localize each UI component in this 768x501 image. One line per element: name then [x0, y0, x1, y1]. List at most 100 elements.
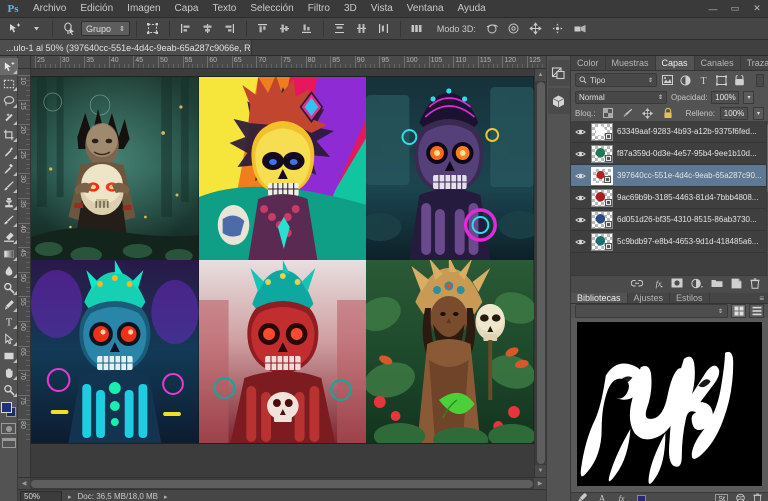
horizontal-ruler[interactable]: 25 30 35 40 45 50 55 60 65 70 75 80 85 90 95 100 105 110 1…: [31, 56, 546, 69]
layer-visibility-icon[interactable]: [573, 172, 587, 180]
blur-tool[interactable]: [0, 262, 18, 279]
layer-thumbnail[interactable]: [591, 144, 613, 163]
layer-filter-toggle[interactable]: [756, 73, 764, 87]
type-filter-icon[interactable]: T: [696, 73, 711, 87]
eyedropper-tool[interactable]: [0, 143, 18, 160]
align-left-icon[interactable]: [176, 20, 196, 38]
align-center-horizontal-icon[interactable]: [198, 20, 218, 38]
lock-all-icon[interactable]: [660, 106, 675, 120]
tab-ajustes[interactable]: Ajustes: [628, 293, 671, 303]
tab-capas[interactable]: Capas: [655, 56, 695, 70]
link-layers-icon[interactable]: [630, 279, 644, 291]
blend-mode-dropdown[interactable]: Normal ⇕: [575, 90, 667, 104]
menu-edicion[interactable]: Edición: [73, 0, 120, 18]
adjustments-panel-icon[interactable]: [547, 60, 570, 86]
screen-mode-button[interactable]: [1, 438, 16, 448]
opacity-slider-button[interactable]: ▾: [743, 90, 755, 104]
artboard[interactable]: [31, 77, 534, 443]
layer-filter-kind-dropdown[interactable]: Tipo ⇕: [575, 73, 657, 87]
3d-panel-icon[interactable]: [547, 88, 570, 114]
menu-filtro[interactable]: Filtro: [301, 0, 337, 18]
menu-seleccion[interactable]: Selección: [243, 0, 300, 18]
status-expand-icon[interactable]: ▸: [68, 493, 72, 501]
canvas-image-1[interactable]: [31, 77, 199, 260]
auto-select-kind-dropdown[interactable]: Grupo ⇕: [81, 21, 130, 36]
layer-visibility-icon[interactable]: [573, 128, 587, 136]
new-layer-icon[interactable]: [731, 278, 742, 292]
color-swatches[interactable]: [0, 401, 18, 419]
scroll-left-button[interactable]: ◀: [18, 477, 30, 490]
zoom-level-input[interactable]: 50%: [20, 490, 62, 501]
tab-estilos[interactable]: Estilos: [670, 293, 710, 303]
gradient-tool[interactable]: [0, 245, 18, 262]
status-menu-icon[interactable]: ▸: [164, 493, 168, 501]
table-row[interactable]: 5c9bdb97-e8b4-4653-9d1d-418485a6...: [571, 231, 766, 253]
pan-3d-icon[interactable]: [526, 20, 546, 38]
scroll-down-button[interactable]: ▼: [534, 465, 546, 477]
layer-thumbnail[interactable]: [591, 232, 613, 251]
new-group-icon[interactable]: [711, 278, 723, 291]
canvas-image-4[interactable]: [31, 260, 199, 443]
document-tab[interactable]: ...ulo-1 al 50% (397640cc-551e-4d4c-9eab…: [0, 40, 252, 55]
layer-list[interactable]: 63349aaf-9283-4b93-a12b-9375f6fed... f87a…: [571, 121, 768, 275]
dodge-tool[interactable]: [0, 279, 18, 296]
move-tool[interactable]: [0, 58, 18, 75]
tab-muestras[interactable]: Muestras: [606, 56, 656, 70]
layer-visibility-icon[interactable]: [573, 238, 587, 246]
tool-preset-chevron-icon[interactable]: [26, 20, 46, 38]
adjustment-filter-icon[interactable]: [678, 73, 693, 87]
layer-thumbnail[interactable]: [591, 188, 613, 207]
fill-slider-button[interactable]: ▾: [753, 106, 764, 120]
horizontal-scroll-thumb[interactable]: [31, 479, 533, 488]
lock-image-icon[interactable]: [620, 106, 635, 120]
pen-tool[interactable]: [0, 296, 18, 313]
scroll-right-button[interactable]: ▶: [534, 477, 546, 490]
library-asset-thumbnail[interactable]: [577, 322, 762, 487]
roll-3d-icon[interactable]: [504, 20, 524, 38]
smart-object-filter-icon[interactable]: [732, 73, 747, 87]
menu-ayuda[interactable]: Ayuda: [451, 0, 493, 18]
table-row[interactable]: f87a359d-0d3e-4e57-95b4-9ee1b10d...: [571, 143, 766, 165]
scroll-up-button[interactable]: ▲: [534, 69, 546, 81]
layer-style-icon[interactable]: fx: [651, 278, 663, 292]
sync-icon[interactable]: [735, 493, 746, 501]
table-row[interactable]: 9ac69b9b-3185-4463-81d4-7bbb4808...: [571, 187, 766, 209]
tab-color[interactable]: Color: [571, 56, 606, 70]
adjustment-layer-icon[interactable]: [691, 278, 703, 292]
library-asset-area[interactable]: [571, 318, 768, 493]
shape-filter-icon[interactable]: [714, 73, 729, 87]
opacity-input[interactable]: 100%: [711, 90, 740, 104]
rectangle-tool[interactable]: [0, 347, 18, 364]
menu-3d[interactable]: 3D: [337, 0, 364, 18]
lasso-tool[interactable]: [0, 92, 18, 109]
vertical-scroll-thumb[interactable]: [536, 82, 545, 464]
layer-visibility-icon[interactable]: [573, 150, 587, 158]
layer-mask-icon[interactable]: [671, 278, 683, 291]
menu-archivo[interactable]: Archivo: [26, 0, 73, 18]
color-swatch-icon[interactable]: [637, 495, 646, 501]
zoom-tool[interactable]: [0, 381, 18, 398]
crop-tool[interactable]: [0, 126, 18, 143]
lock-transparency-icon[interactable]: [600, 106, 615, 120]
menu-capa[interactable]: Capa: [168, 0, 206, 18]
distribute-middle-icon[interactable]: [352, 20, 372, 38]
distribute-spacing-icon[interactable]: [407, 20, 427, 38]
menu-texto[interactable]: Texto: [205, 0, 243, 18]
list-view-icon[interactable]: [749, 304, 764, 318]
hand-tool[interactable]: [0, 364, 18, 381]
slide-3d-icon[interactable]: [548, 20, 568, 38]
fill-input[interactable]: 100%: [720, 106, 748, 120]
library-dropdown[interactable]: ⇕: [575, 304, 728, 318]
layer-thumbnail[interactable]: [591, 210, 613, 229]
tab-trazados[interactable]: Trazados: [741, 56, 768, 70]
table-row[interactable]: 6d051d26-bf35-4310-8515-86ab3730...: [571, 209, 766, 231]
eraser-tool[interactable]: [0, 228, 18, 245]
brush-tool[interactable]: [0, 177, 18, 194]
scale-3d-icon[interactable]: [570, 20, 590, 38]
layer-visibility-icon[interactable]: [573, 216, 587, 224]
canvas-area[interactable]: [31, 69, 534, 477]
align-right-icon[interactable]: [220, 20, 240, 38]
vertical-ruler[interactable]: 10 15 20 25 30 35 40 45 50 55 60 65 70 75 80: [18, 69, 31, 477]
canvas-image-2[interactable]: [198, 77, 367, 260]
canvas-horizontal-scrollbar[interactable]: ◀ ▶: [18, 477, 546, 490]
